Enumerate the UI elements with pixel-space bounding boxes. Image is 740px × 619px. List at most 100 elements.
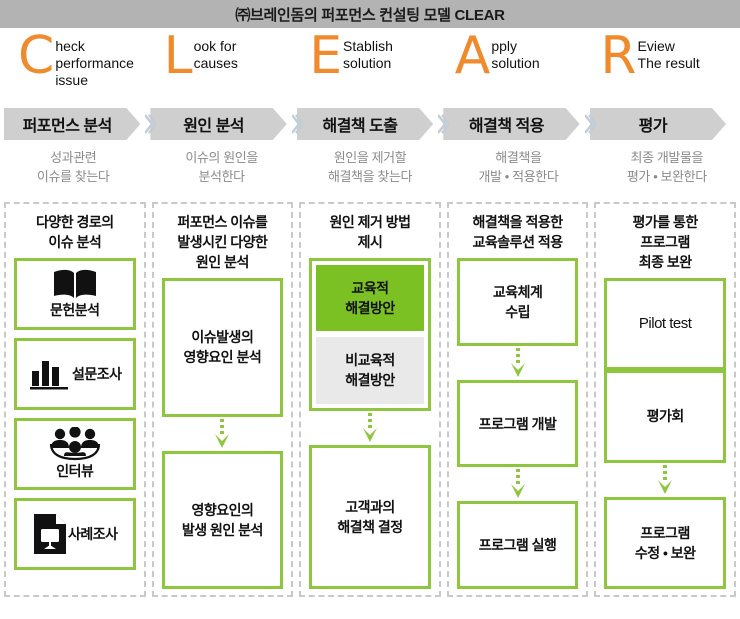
flow-card-line: 영향요인의 [191, 501, 254, 518]
acronym-word-line: performance [55, 55, 134, 71]
title-bar: ㈜브레인돔의 퍼포먼스 컨설팅 모델 CLEAR [0, 0, 740, 28]
flow-card-text: 고객과의해결책 결정 [337, 497, 403, 537]
solution-option-grey[interactable]: 비교육적 해결방안 [316, 337, 424, 404]
step-description-2: 이슈의 원인을분석한다 [152, 148, 290, 200]
acronym-word-line: Eview [637, 38, 675, 54]
acronym-words: ook for causes [194, 34, 238, 72]
solution-option-line: 비교육적 [345, 352, 395, 369]
flow-arrow-down-icon [162, 417, 284, 451]
step-description-row: 성과관련 이슈를 찾는다 이슈의 원인을 분석한다 원인을 제거할 해결책을 찾는다 해결책… [4, 148, 736, 200]
column-title-line: 퍼포먼스 이슈를 [177, 214, 268, 230]
flow-arrow-down-icon [457, 467, 579, 501]
column-title: 다양한 경로의 이슈 분석 [14, 212, 136, 252]
step-description-line: 성과관련 [50, 150, 97, 165]
acronym-word-line: causes [193, 55, 238, 71]
method-card-label: 문헌분석 [50, 302, 100, 318]
acronym-letter: E [309, 26, 343, 86]
flow-card-text: 프로그램 개발 [479, 414, 557, 434]
flow-card-line: 고객과의 [345, 498, 395, 515]
column-title-line: 원인 분석 [195, 254, 249, 270]
flow-card-text: 이슈발생의 영향요인 분석 [184, 327, 262, 367]
solution-option-green[interactable]: 교육적해결방안 [316, 265, 424, 332]
solution-option-text: 비교육적 해결방안 [345, 350, 395, 390]
step-label: 해결책 적용 [468, 118, 544, 135]
flow-card[interactable]: 프로그램 개발 [456, 379, 579, 468]
flow-card[interactable]: 프로그램수정 • 보완 [604, 496, 726, 589]
column-title-line: 최종 보완 [638, 254, 692, 270]
flow-card[interactable]: 이슈발생의 영향요인 분석 [161, 278, 284, 417]
acronym-letter: C [18, 26, 55, 86]
open-book-icon [52, 268, 98, 300]
acronym-letter: A [454, 26, 491, 86]
method-card-bar-chart[interactable]: 설문조사 [14, 338, 136, 410]
method-card-people-group[interactable]: 인터뷰 [14, 418, 136, 490]
flow-card-text: 평가회 [646, 406, 685, 426]
step-description-line: 최종 개발물을 [630, 150, 704, 165]
flow-card-line: 수정 • 보완 [634, 544, 696, 561]
flow-card[interactable]: 평가회 [604, 370, 726, 463]
acronym-item-c: Check performance issue [6, 30, 152, 108]
step-chevron-4[interactable]: 해결책 적용 [443, 108, 579, 140]
solution-option-line: 교육적 [351, 280, 389, 297]
step-description-5: 최종 개발물을평가 • 보완한다 [598, 148, 736, 200]
method-card-open-book[interactable]: 문헌분석 [14, 258, 136, 330]
flow-card-line: 해결책 결정 [337, 518, 403, 535]
column-title-line: 교육솔루션 적용 [472, 234, 564, 250]
acronym-item-l: Look for causes [152, 30, 298, 108]
step-chevron-3[interactable]: 해결책 도출 [297, 108, 433, 140]
acronym-item-a: Apply solution [443, 30, 589, 108]
flow-card-text: 프로그램수정 • 보완 [635, 523, 696, 563]
acronym-words: Stablish solution [343, 34, 393, 72]
column-title-line: 다양한 경로의 [35, 214, 114, 230]
flow-card[interactable]: 고객과의해결책 결정 [309, 444, 431, 589]
step-description-line: 이슈를 찾는다 [36, 169, 110, 184]
step-description-line: 해결책을 [495, 150, 542, 165]
step-chevron-5[interactable]: 평가 [590, 108, 726, 140]
acronym-letter: L [163, 26, 193, 86]
method-card-label: 인터뷰 [56, 463, 94, 479]
step-description-line: 분석한다 [198, 169, 245, 184]
column-title: 해결책을 적용한 교육솔루션 적용 [457, 212, 579, 252]
acronym-word-line: heck [55, 38, 85, 54]
step-label: 평가 [638, 118, 668, 135]
flow-card-line: 수립 [505, 303, 530, 320]
flow-card-line: 평가회 [646, 408, 685, 425]
acronym-words: heck performance issue [55, 34, 134, 89]
flow-card-text: 프로그램 실행 [479, 535, 557, 555]
flow-card-line: 프로그램 [640, 524, 690, 541]
clear-acronym-row: Check performance issue Look for causes E Stab… [0, 28, 740, 108]
column-title-line: 발생시킨 다양한 [177, 234, 268, 250]
flow-card[interactable]: 영향요인의 발생 원인 분석 [161, 450, 284, 589]
flow-card[interactable]: Pilot test [604, 278, 726, 371]
method-card-case-document[interactable]: 사례조사 [14, 498, 136, 570]
acronym-word-line: solution [343, 55, 392, 71]
detail-column-5: 평가를 통한 프로그램 최종 보완 Pilot test 평가회 프로그램 수정 • 보완 [594, 202, 736, 597]
acronym-item-r: R Eview The result [588, 30, 734, 108]
flow-card[interactable]: 교육체계 수립 [456, 258, 579, 346]
step-chevron-1[interactable]: 퍼포먼스 분석 [4, 108, 140, 140]
step-chevron-2[interactable]: 원인 분석 [150, 108, 286, 140]
step-description-3: 원인을 제거할 해결책을 찾는다 [301, 148, 439, 200]
step-description-line: 이슈의 원인을 [185, 150, 258, 165]
acronym-word-line: pply [491, 38, 518, 54]
detail-column-4: 해결책을 적용한 교육솔루션 적용교육체계 수립 프로그램 개발 프로그램 실행 [446, 202, 589, 597]
acronym-word-line: issue [55, 72, 88, 88]
flow-arrow-down-icon [309, 411, 431, 445]
case-document-icon [32, 512, 68, 556]
detail-columns: 다양한 경로의 이슈 분석 문헌분석 설문조사 인터뷰 사례조사 퍼포먼스 이슈… [4, 202, 736, 597]
acronym-item-e: E Stablish solution [297, 30, 443, 108]
column-title-line: 제시 [357, 234, 383, 250]
step-description-line: 원인을 제거할 [333, 150, 407, 165]
column-title-line: 원인 제거 방법 [329, 214, 411, 230]
detail-column-3: 원인 제거 방법 제시 교육적 해결방안 비교육적 해결방안 고객과의 해결책 결정 [299, 202, 441, 597]
flow-card-line: 프로그램 실행 [478, 537, 557, 554]
column-body: 이슈발생의 영향요인 분석 영향요인의 발생 원인 분석 [161, 278, 284, 589]
acronym-word-line: Stablish [343, 38, 393, 54]
solution-option-line: 해결방안 [345, 300, 395, 317]
column-body: 교육적 해결방안 비교육적 해결방안 고객과의 해결책 결정 [309, 258, 431, 589]
people-group-icon [47, 426, 103, 461]
step-description-line: 평가 • 보완한다 [626, 169, 707, 184]
flow-card-line: 프로그램 개발 [478, 415, 557, 432]
solution-options-card[interactable]: 교육적 해결방안 비교육적 해결방안 [309, 258, 431, 411]
flow-card[interactable]: 프로그램 실행 [456, 501, 579, 590]
